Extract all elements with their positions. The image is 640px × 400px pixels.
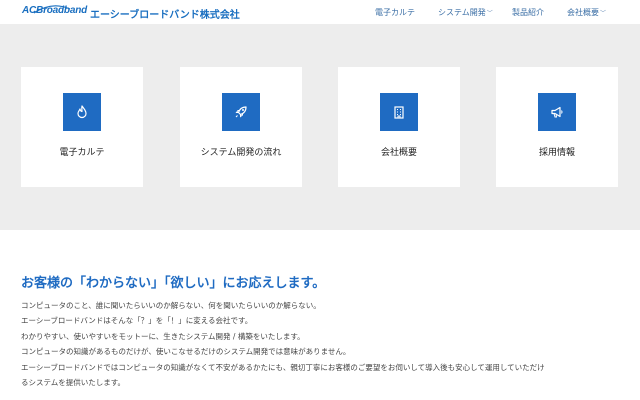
nav-item-emr[interactable]: 電子カルテ: [375, 7, 415, 18]
building-icon: [380, 93, 418, 131]
card-company-overview[interactable]: 会社概要: [338, 67, 460, 187]
nav-item-label: 電子カルテ: [375, 8, 415, 17]
site-header: ACBroadband エーシーブロードバンド株式会社 電子カルテ システム開発…: [0, 0, 640, 24]
brand-name[interactable]: エーシーブロードバンド株式会社: [90, 6, 240, 21]
nav-item-label: 製品紹介: [512, 8, 544, 17]
chevron-down-icon: ﹀: [600, 10, 607, 17]
nav-item-label: システム開発: [438, 8, 486, 17]
card-label: 会社概要: [380, 148, 417, 158]
feature-band: 電子カルテ システム開発の流れ 会社概要 採用情報: [0, 24, 640, 230]
nav-item-label: 会社概要: [567, 8, 599, 17]
intro-title: お客様の「わからない」「欲しい」にお応えします。: [21, 276, 326, 291]
intro-section: お客様の「わからない」「欲しい」にお応えします。 コンピュータのこと、誰に聞いた…: [0, 230, 640, 400]
intro-paragraph-line: コンピュータのこと、誰に聞いたらいいのか解らない、何を聞いたらいいのか解らない。: [21, 301, 321, 310]
logo[interactable]: ACBroadband: [22, 5, 87, 16]
card-label: 電子カルテ: [59, 148, 105, 158]
nav-item-products[interactable]: 製品紹介: [512, 7, 544, 18]
card-recruitment[interactable]: 採用情報: [496, 67, 618, 187]
intro-paragraph-line: エーシーブロードバンドはそんな「？」を「！」に変える会社です。: [21, 316, 253, 326]
card-label: システム開発の流れ: [200, 148, 282, 158]
nav-item-system-dev[interactable]: システム開発﹀: [438, 7, 493, 18]
flame-icon: [63, 93, 101, 131]
intro-paragraph-line: コンピュータの知識があるものだけが、使いこなせるだけのシステム開発では意味があり…: [21, 347, 351, 357]
nav-item-company[interactable]: 会社概要﹀: [567, 7, 606, 18]
megaphone-icon: [538, 93, 576, 131]
card-label: 採用情報: [538, 148, 575, 158]
card-emr[interactable]: 電子カルテ: [21, 67, 143, 187]
rocket-icon: [222, 93, 260, 131]
intro-paragraph-line: わかりやすい、使いやすいをモットーに、生きたシステム開発 / 構築をいたします。: [21, 331, 305, 341]
card-system-dev-flow[interactable]: システム開発の流れ: [180, 67, 302, 187]
intro-paragraph-line: エーシーブロードバンドではコンピュータの知識がなくて不安があるかたにも、親切丁寧…: [21, 362, 545, 372]
chevron-down-icon: ﹀: [486, 10, 493, 17]
intro-paragraph-line: るシステムを提供いたします。: [21, 378, 126, 388]
intro-body: コンピュータのこと、誰に聞いたらいいのか解らない、何を聞いたらいいのか解らない。…: [21, 298, 621, 390]
